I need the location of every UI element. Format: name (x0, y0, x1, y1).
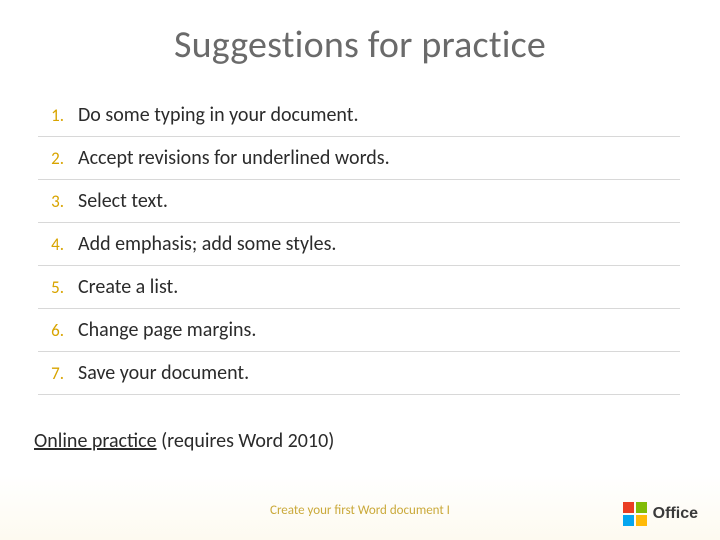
list-item-text: Change page margins. (64, 318, 256, 342)
list-item-text: Select text. (64, 189, 168, 213)
list-number: 3. (38, 191, 64, 212)
list-item: 2. Accept revisions for underlined words… (38, 137, 680, 180)
list-item: 3. Select text. (38, 180, 680, 223)
list-item: 5. Create a list. (38, 266, 680, 309)
list-item-text: Accept revisions for underlined words. (64, 146, 390, 170)
list-item-text: Save your document. (64, 361, 249, 385)
list-number: 2. (38, 148, 64, 169)
list-item: 7. Save your document. (38, 352, 680, 395)
list-number: 1. (38, 105, 64, 126)
suggestion-list: 1. Do some typing in your document. 2. A… (0, 94, 720, 395)
list-number: 5. (38, 277, 64, 298)
list-item: 4. Add emphasis; add some styles. (38, 223, 680, 266)
list-item-text: Do some typing in your document. (64, 103, 359, 127)
slide-title: Suggestions for practice (0, 0, 720, 68)
link-suffix: (requires Word 2010) (157, 429, 335, 453)
office-logo: Office (623, 502, 698, 526)
office-logo-text: Office (653, 505, 698, 523)
slide: Suggestions for practice 1. Do some typi… (0, 0, 720, 540)
list-number: 4. (38, 234, 64, 255)
practice-link-line: Online practice (requires Word 2010) (0, 429, 720, 453)
list-item-text: Create a list. (64, 275, 178, 299)
list-item-text: Add emphasis; add some styles. (64, 232, 336, 256)
list-item: 6. Change page margins. (38, 309, 680, 352)
office-logo-icon (623, 502, 647, 526)
online-practice-link[interactable]: Online practice (34, 429, 157, 453)
list-item: 1. Do some typing in your document. (38, 94, 680, 137)
footer-caption: Create your first Word document I (0, 503, 720, 518)
list-number: 6. (38, 320, 64, 341)
list-number: 7. (38, 363, 64, 384)
